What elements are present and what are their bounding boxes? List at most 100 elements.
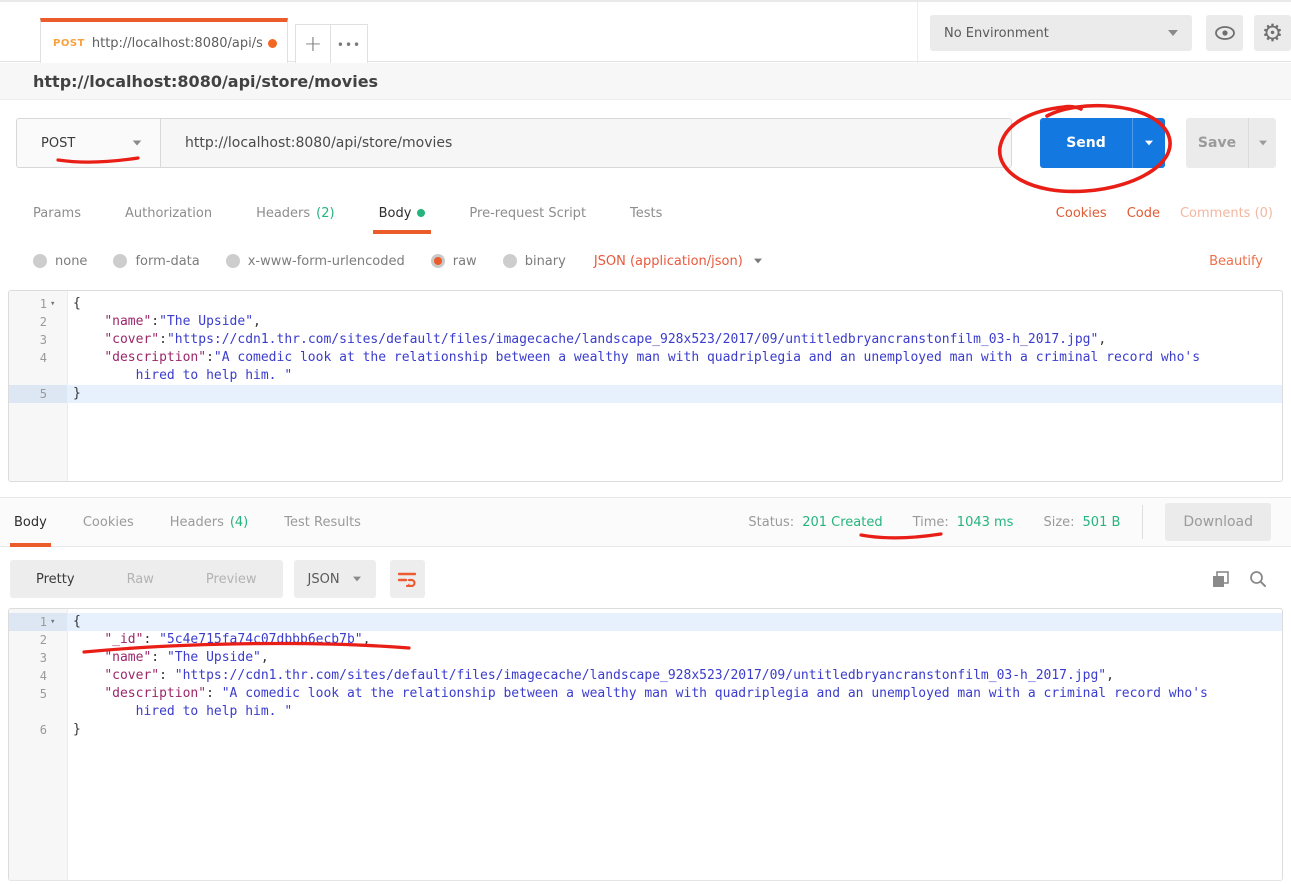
save-label: Save [1198,135,1236,151]
new-tab-button[interactable]: + [295,24,331,64]
unsaved-dot-icon [268,39,277,48]
status-label: Status: [748,515,794,530]
mode-label: none [55,254,87,269]
chevron-down-icon [1145,141,1153,146]
mode-label: form-data [135,254,199,269]
response-toolbar: Pretty Raw Preview JSON [0,556,1291,602]
editor-line: 5 "description": "A comedic look at the … [9,685,1282,703]
tab-headers[interactable]: Headers (2) [256,192,335,234]
mode-label: binary [525,254,566,269]
copy-icon [1212,571,1229,588]
request-title-bar: http://localhost:8080/api/store/movies [0,63,1291,100]
fold-caret-icon[interactable]: ▾ [50,613,59,631]
editor-line: 1▾{ [9,613,1282,631]
fold-caret-icon[interactable]: ▾ [50,295,59,313]
beautify-link[interactable]: Beautify [1209,254,1263,269]
save-button[interactable]: Save [1186,118,1248,168]
comments-link[interactable]: Comments (0) [1180,206,1273,221]
editor-line: hired to help him. " [9,367,1282,385]
mode-raw[interactable]: raw [431,254,477,269]
radio-icon [503,254,517,268]
chevron-down-icon [754,259,762,264]
content-type-value: JSON (application/json) [594,254,743,269]
status-value: 201 Created [802,515,882,530]
body-filled-dot-icon [417,209,425,217]
editor-line: hired to help him. " [9,703,1282,721]
topbar-divider [917,2,918,64]
search-icon [1249,570,1267,588]
tab-label: Body [379,206,412,221]
editor-line: 3 "cover":"https://cdn1.thr.com/sites/de… [9,331,1282,349]
mode-label: x-www-form-urlencoded [248,254,405,269]
mode-binary[interactable]: binary [503,254,566,269]
mode-label: raw [453,254,477,269]
response-tab-body[interactable]: Body [14,497,47,547]
plus-icon: + [304,32,322,57]
method-select[interactable]: POST [16,118,161,168]
search-button[interactable] [1249,570,1267,588]
response-language-select[interactable]: JSON [294,560,376,598]
tab-pre-request-script[interactable]: Pre-request Script [469,192,586,234]
request-builder-row: POST Send Save [0,100,1291,186]
tab-body[interactable]: Body [379,192,426,234]
size-label: Size: [1043,515,1074,530]
eye-icon [1214,25,1236,41]
request-tabs: Params Authorization Headers (2) Body Pr… [0,192,1291,234]
response-tab-test-results[interactable]: Test Results [284,497,361,547]
tab-authorization[interactable]: Authorization [125,192,212,234]
response-meta: Status: 201 Created Time: 1043 ms Size: … [748,503,1271,541]
send-label: Send [1066,135,1106,151]
method-value: POST [41,136,75,151]
response-tab-cookies[interactable]: Cookies [83,497,134,547]
time-value: 1043 ms [957,515,1014,530]
headers-count-badge: (4) [230,515,248,530]
tab-label: Pre-request Script [469,206,586,221]
view-pretty[interactable]: Pretty [10,572,101,587]
editor-line: 2 "_id": "5c4e715fa74c07dbbb6ecb7b", [9,631,1282,649]
response-header: Body Cookies Headers (4) Test Results St… [0,497,1291,547]
response-tab-headers[interactable]: Headers (4) [170,497,249,547]
send-button-group: Send [1040,118,1165,168]
settings-button[interactable]: ⚙ [1254,15,1291,51]
tab-label: Tests [630,206,662,221]
view-mode-switch: Pretty Raw Preview [10,560,283,598]
mode-none[interactable]: none [33,254,87,269]
radio-selected-icon [431,254,445,268]
cookies-link[interactable]: Cookies [1056,206,1107,221]
content-type-select[interactable]: JSON (application/json) [594,254,763,269]
mode-form-data[interactable]: form-data [113,254,199,269]
save-options-button[interactable] [1248,118,1276,168]
tab-label: Cookies [83,515,134,530]
send-button[interactable]: Send [1040,118,1132,168]
chevron-down-icon [1259,141,1267,146]
tab-tests[interactable]: Tests [630,192,662,234]
copy-button[interactable] [1212,571,1229,588]
mode-x-www-form-urlencoded[interactable]: x-www-form-urlencoded [226,254,405,269]
editor-line: 3 "name": "The Upside", [9,649,1282,667]
language-value: JSON [308,572,340,587]
wrap-lines-button[interactable] [390,560,425,598]
tab-url-label: http://localhost:8080/api/store/ [92,36,262,51]
ellipsis-icon: ••• [337,38,361,52]
response-icons [1212,570,1267,588]
meta-divider [1142,505,1143,539]
tab-params[interactable]: Params [33,192,81,234]
environment-value: No Environment [944,26,1049,41]
view-raw[interactable]: Raw [101,572,180,587]
response-body-editor[interactable]: 1▾{2 "_id": "5c4e715fa74c07dbbb6ecb7b",3… [8,608,1283,881]
radio-icon [113,254,127,268]
radio-icon [33,254,47,268]
download-button[interactable]: Download [1165,503,1271,541]
send-options-button[interactable] [1132,118,1165,168]
response-editor-lines: 1▾{2 "_id": "5c4e715fa74c07dbbb6ecb7b",3… [9,609,1282,739]
more-tabs-button[interactable]: ••• [330,24,368,64]
wrap-lines-icon [398,571,416,587]
url-input[interactable] [160,118,1012,168]
request-body-editor[interactable]: 1▾{2 "name":"The Upside",3 "cover":"http… [8,290,1283,482]
environment-preview-button[interactable] [1206,15,1243,51]
request-tab[interactable]: POST http://localhost:8080/api/store/ [40,18,288,64]
view-preview[interactable]: Preview [180,572,283,587]
code-link[interactable]: Code [1127,206,1160,221]
environment-select[interactable]: No Environment [930,15,1192,51]
tab-method-label: POST [53,38,85,49]
